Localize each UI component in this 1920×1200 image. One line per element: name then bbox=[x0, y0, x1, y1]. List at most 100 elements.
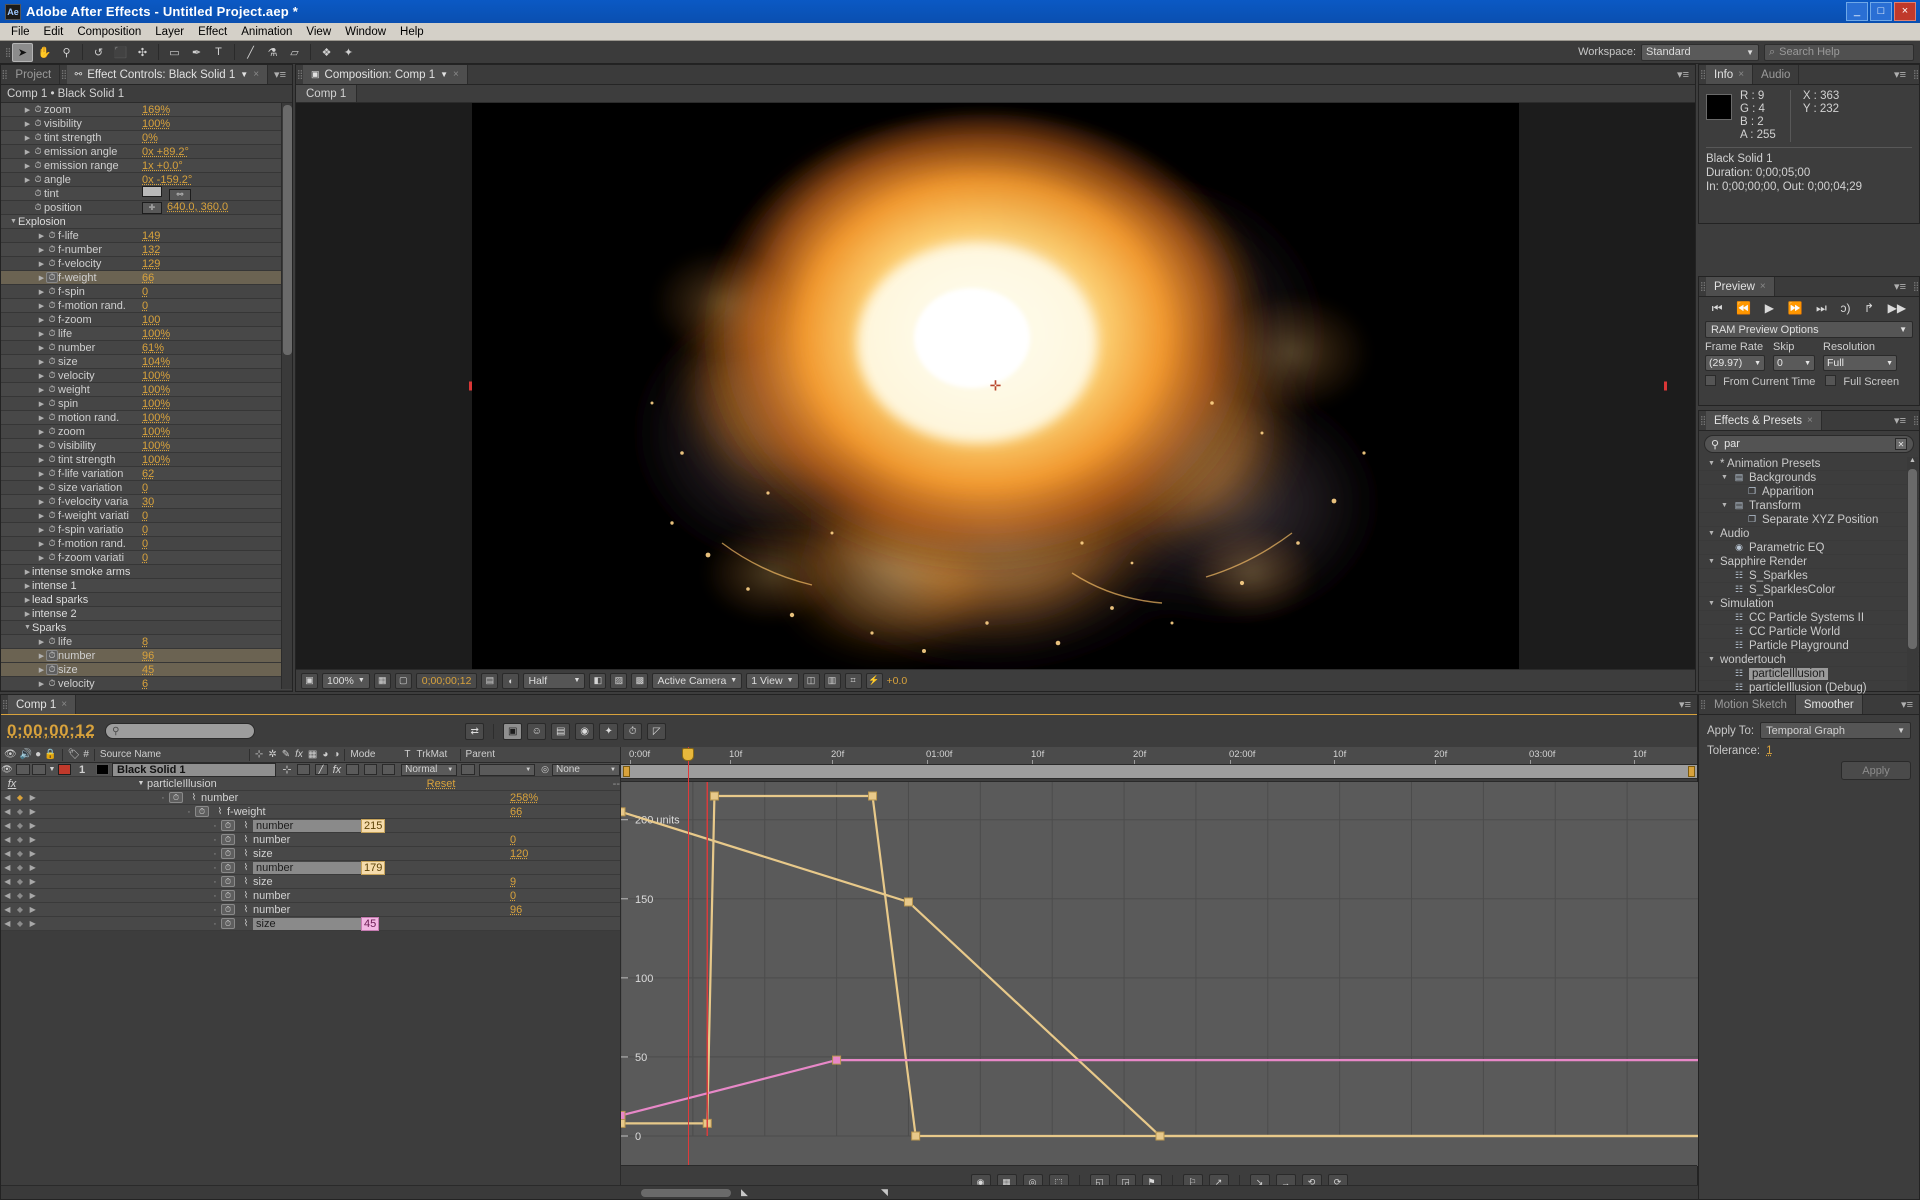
prev-keyframe-icon[interactable]: ◀ bbox=[4, 793, 10, 802]
effect-property-row[interactable]: ▶⏱f-zoom variati0 bbox=[1, 551, 292, 565]
twirl-closed-icon[interactable]: ▶ bbox=[37, 358, 46, 366]
effect-about-link[interactable]: -- bbox=[613, 778, 620, 790]
timeline-property-row[interactable]: ◀◆▶·⏱⌇size120 bbox=[1, 847, 620, 861]
effect-property-row[interactable]: ▶intense 2 bbox=[1, 607, 292, 621]
timeline-link-icon[interactable]: ▥ bbox=[824, 673, 841, 689]
checkbox-icon[interactable] bbox=[1825, 375, 1836, 386]
color-swatch-button[interactable] bbox=[142, 186, 162, 197]
prev-keyframe-icon[interactable]: ◀ bbox=[4, 877, 10, 886]
twirl-closed-icon[interactable]: ▶ bbox=[37, 414, 46, 422]
twirl-closed-icon[interactable]: ▶ bbox=[23, 568, 32, 576]
twirl-open-icon[interactable]: ▼ bbox=[135, 780, 147, 787]
stopwatch-icon[interactable]: ⏱ bbox=[46, 342, 58, 353]
pen-tool-icon[interactable]: ✒ bbox=[186, 43, 207, 62]
grid-guides-icon[interactable]: ▦ bbox=[374, 673, 391, 689]
menu-item-help[interactable]: Help bbox=[393, 25, 431, 39]
twirl-closed-icon[interactable]: ▶ bbox=[23, 148, 32, 156]
transparency-grid-icon[interactable]: ▩ bbox=[631, 673, 648, 689]
effects-tree[interactable]: ▼* Animation Presets▼▤Backgrounds❐Appari… bbox=[1699, 457, 1919, 695]
effects-scrollbar[interactable]: ▲ bbox=[1907, 457, 1918, 691]
channel-icon[interactable]: ◧ bbox=[589, 673, 606, 689]
exposure-value[interactable]: +0.0 bbox=[887, 675, 908, 687]
camera-dropdown[interactable]: Active Camera ▼ bbox=[652, 673, 742, 689]
keyframe-marker-icon[interactable]: ◆ bbox=[17, 877, 23, 886]
effect-property-value[interactable]: 0 bbox=[142, 300, 292, 312]
effect-property-value[interactable]: 0x +89.2° bbox=[142, 146, 292, 158]
effect-property-value[interactable]: 0 bbox=[142, 286, 292, 298]
prev-frame-icon[interactable]: ⏪ bbox=[1736, 301, 1751, 315]
effect-property-value[interactable]: 8 bbox=[142, 636, 292, 648]
auto-keyframe-icon[interactable]: ⏱ bbox=[623, 723, 642, 740]
effect-property-row[interactable]: ▶⏱f-zoom100 bbox=[1, 313, 292, 327]
twirl-closed-icon[interactable]: ▶ bbox=[23, 162, 32, 170]
ram-preview-icon[interactable]: ↱ bbox=[1864, 301, 1874, 315]
next-frame-icon[interactable]: ⏩ bbox=[1788, 301, 1803, 315]
graph-editor-icon[interactable]: ◸ bbox=[647, 723, 666, 740]
menu-item-layer[interactable]: Layer bbox=[148, 25, 191, 39]
brush-tool-icon[interactable]: ╱ bbox=[240, 43, 261, 62]
twirl-closed-icon[interactable]: ▶ bbox=[37, 638, 46, 646]
stopwatch-icon[interactable]: ⏱ bbox=[46, 538, 58, 549]
menu-item-window[interactable]: Window bbox=[338, 25, 393, 39]
keyframe-navigator[interactable]: ◀◆▶ bbox=[1, 891, 39, 900]
effect-property-row[interactable]: ▶⏱velocity100% bbox=[1, 369, 292, 383]
effect-property-row[interactable]: ▶⏱life100% bbox=[1, 327, 292, 341]
effect-property-row[interactable]: ▶⏱f-spin0 bbox=[1, 285, 292, 299]
effects-tree-item[interactable]: ▼Sapphire Render bbox=[1699, 555, 1919, 569]
next-keyframe-icon[interactable]: ▶ bbox=[30, 793, 36, 802]
effect-property-row[interactable]: ▶lead sparks bbox=[1, 593, 292, 607]
timeline-property-row[interactable]: ◀◆▶·⏱⌇number258% bbox=[1, 791, 620, 805]
stopwatch-icon[interactable]: ⏱ bbox=[221, 848, 235, 859]
panel-menu-icon[interactable]: ▾≡ bbox=[1888, 65, 1912, 84]
scrollbar-thumb[interactable] bbox=[641, 1189, 731, 1197]
hide-shy-layers-icon[interactable]: ☺ bbox=[527, 723, 546, 740]
loop-icon[interactable]: ▶▶ bbox=[1888, 301, 1906, 315]
stopwatch-icon[interactable]: ⏱ bbox=[221, 820, 235, 831]
close-icon[interactable]: × bbox=[1738, 69, 1744, 80]
selection-tool-icon[interactable]: ➤ bbox=[12, 43, 33, 62]
work-area-bar[interactable] bbox=[621, 765, 1697, 779]
clear-search-icon[interactable]: ✕ bbox=[1895, 438, 1907, 450]
effect-property-row[interactable]: ▶⏱zoom100% bbox=[1, 425, 292, 439]
prev-keyframe-icon[interactable]: ◀ bbox=[4, 807, 10, 816]
effects-tree-item[interactable]: ▼* Animation Presets bbox=[1699, 457, 1919, 471]
effect-property-value[interactable]: 0 bbox=[142, 510, 292, 522]
effect-property-value[interactable]: 30 bbox=[142, 496, 292, 508]
twirl-closed-icon[interactable]: ▶ bbox=[37, 666, 46, 674]
property-value[interactable]: 0 bbox=[510, 890, 620, 902]
property-value[interactable]: 258% bbox=[510, 792, 620, 804]
solo-icon[interactable]: ● bbox=[35, 749, 41, 760]
parent-dropdown[interactable]: None▼ bbox=[552, 764, 620, 776]
keyframe-navigator[interactable]: ◀◆▶ bbox=[1, 835, 39, 844]
keyframe-marker-icon[interactable]: ◆ bbox=[17, 891, 23, 900]
tab-smoother[interactable]: Smoother bbox=[1796, 695, 1863, 714]
timeline-current-time[interactable]: 0;00;00;12 bbox=[7, 721, 95, 741]
stopwatch-icon[interactable]: ⏱ bbox=[46, 258, 58, 269]
solo-toggle[interactable] bbox=[32, 764, 46, 775]
graph-curve-icon[interactable]: ⌇ bbox=[239, 834, 253, 845]
keyframe-marker-icon[interactable]: ◆ bbox=[17, 821, 23, 830]
chevron-down-icon[interactable]: ▼ bbox=[240, 70, 248, 79]
stopwatch-icon[interactable]: ⏱ bbox=[32, 146, 44, 157]
effect-property-row[interactable]: ▶⏱angle0x -159.2° bbox=[1, 173, 292, 187]
twirl-closed-icon[interactable]: ▶ bbox=[37, 554, 46, 562]
next-keyframe-icon[interactable]: ▶ bbox=[30, 877, 36, 886]
effect-property-value[interactable]: 169% bbox=[142, 104, 292, 116]
current-time-indicator[interactable] bbox=[688, 747, 689, 1165]
shape-tool-icon[interactable]: ▭ bbox=[164, 43, 185, 62]
workspace-dropdown[interactable]: Standard ▼ bbox=[1641, 44, 1759, 61]
graph-curve-icon[interactable]: ⌇ bbox=[239, 820, 253, 831]
effects-tree-item[interactable]: ☷CC Particle World bbox=[1699, 625, 1919, 639]
tab-effect-controls[interactable]: ⚯ Effect Controls: Black Solid 1 ▼ × bbox=[67, 65, 268, 84]
stopwatch-icon[interactable]: ⏱ bbox=[32, 132, 44, 143]
next-keyframe-icon[interactable]: ▶ bbox=[30, 849, 36, 858]
effect-property-row[interactable]: ▶⏱f-life variation62 bbox=[1, 467, 292, 481]
close-icon[interactable]: × bbox=[253, 69, 259, 80]
property-name[interactable]: number bbox=[253, 890, 510, 902]
tab-motion-sketch[interactable]: Motion Sketch bbox=[1706, 695, 1796, 714]
twirl-closed-icon[interactable]: ▶ bbox=[37, 526, 46, 534]
brainstorm-icon[interactable]: ✦ bbox=[599, 723, 618, 740]
twirl-closed-icon[interactable]: ▶ bbox=[23, 120, 32, 128]
graph-curve-icon[interactable]: ⌇ bbox=[239, 904, 253, 915]
camera-tool-icon[interactable]: ⬛ bbox=[110, 43, 131, 62]
